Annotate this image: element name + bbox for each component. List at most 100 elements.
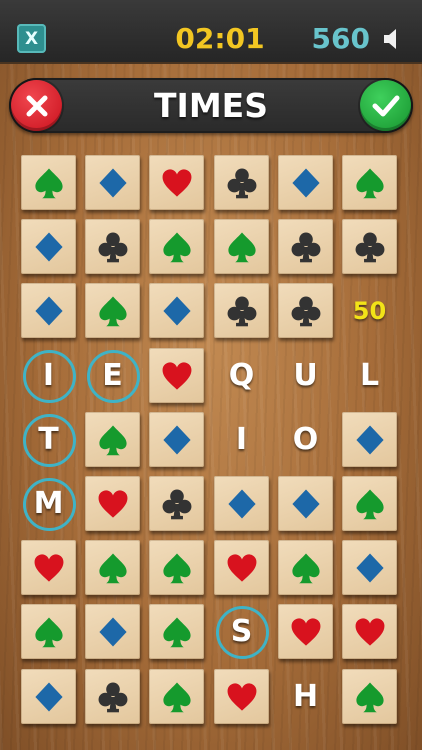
- card-tile-spade[interactable]: [149, 604, 204, 659]
- spade-icon: [160, 680, 194, 714]
- letter-tile-label: I: [235, 422, 248, 457]
- card-tile-club[interactable]: [149, 476, 204, 531]
- card-tile-spade[interactable]: [85, 412, 140, 467]
- card-tile-spade[interactable]: [149, 669, 204, 724]
- club-icon: [289, 294, 323, 328]
- letter-tile-label: O: [292, 422, 319, 457]
- card-tile-diamond[interactable]: [149, 412, 204, 467]
- club-icon: [353, 230, 387, 264]
- card-tile-heart[interactable]: [342, 604, 397, 659]
- diamond-icon: [289, 487, 323, 521]
- card-tile-spade[interactable]: [278, 540, 333, 595]
- card-tile-diamond[interactable]: [149, 283, 204, 338]
- card-tile-diamond[interactable]: [85, 604, 140, 659]
- heart-icon: [353, 615, 387, 649]
- club-icon: [225, 166, 259, 200]
- card-tile-club[interactable]: [278, 219, 333, 274]
- card-tile-heart[interactable]: [278, 604, 333, 659]
- heart-icon: [289, 615, 323, 649]
- diamond-icon: [32, 680, 66, 714]
- heart-icon: [225, 551, 259, 585]
- letter-tile-label: S: [230, 614, 253, 649]
- card-tile-diamond[interactable]: [85, 155, 140, 210]
- card-tile-diamond[interactable]: [278, 476, 333, 531]
- card-tile-heart[interactable]: [149, 348, 204, 403]
- card-tile-spade[interactable]: [85, 540, 140, 595]
- letter-tile-label: U: [293, 358, 318, 393]
- club-icon: [225, 294, 259, 328]
- letter-tile-label: H: [292, 679, 319, 714]
- spade-icon: [32, 615, 66, 649]
- spade-icon: [353, 487, 387, 521]
- card-tile-spade[interactable]: [214, 219, 269, 274]
- spade-icon: [96, 551, 130, 585]
- card-tile-spade[interactable]: [342, 155, 397, 210]
- card-tile-diamond[interactable]: [342, 412, 397, 467]
- diamond-icon: [160, 294, 194, 328]
- card-tile-heart[interactable]: [149, 155, 204, 210]
- card-tile-spade[interactable]: [21, 604, 76, 659]
- letter-tile-label: T: [38, 422, 59, 457]
- card-tile-diamond[interactable]: [21, 283, 76, 338]
- card-tile-heart[interactable]: [214, 669, 269, 724]
- letter-tile[interactable]: M: [21, 476, 76, 531]
- letter-tile[interactable]: T: [21, 412, 76, 467]
- letter-tile[interactable]: O: [278, 412, 333, 467]
- diamond-icon: [96, 166, 130, 200]
- letter-tile-label: E: [102, 358, 123, 393]
- card-tile-club[interactable]: [85, 219, 140, 274]
- card-tile-spade[interactable]: [149, 540, 204, 595]
- club-icon: [96, 680, 130, 714]
- letter-tile[interactable]: S: [214, 604, 269, 659]
- card-tile-heart[interactable]: [214, 540, 269, 595]
- game-board: 50 I E Q U L T I O M S H: [0, 0, 422, 750]
- spade-icon: [160, 230, 194, 264]
- card-tile-spade[interactable]: [342, 476, 397, 531]
- card-tile-spade[interactable]: [149, 219, 204, 274]
- card-tile-club[interactable]: [85, 669, 140, 724]
- card-tile-club[interactable]: [342, 219, 397, 274]
- letter-tile-label: M: [33, 486, 64, 521]
- card-tile-spade[interactable]: [21, 155, 76, 210]
- card-tile-heart[interactable]: [21, 540, 76, 595]
- spade-icon: [32, 166, 66, 200]
- heart-icon: [160, 359, 194, 393]
- card-tile-diamond[interactable]: [21, 669, 76, 724]
- card-tile-club[interactable]: [214, 155, 269, 210]
- spade-icon: [353, 680, 387, 714]
- spade-icon: [353, 166, 387, 200]
- heart-icon: [160, 166, 194, 200]
- letter-tile[interactable]: I: [214, 412, 269, 467]
- spade-icon: [96, 423, 130, 457]
- card-tile-spade[interactable]: [85, 283, 140, 338]
- letter-tile[interactable]: I: [21, 348, 76, 403]
- letter-tile-label: Q: [228, 358, 255, 393]
- card-tile-club[interactable]: [278, 283, 333, 338]
- diamond-icon: [96, 615, 130, 649]
- card-tile-diamond[interactable]: [21, 219, 76, 274]
- bonus-points: 50: [352, 296, 387, 325]
- diamond-icon: [225, 487, 259, 521]
- club-icon: [160, 487, 194, 521]
- card-tile-spade[interactable]: [342, 669, 397, 724]
- diamond-icon: [32, 230, 66, 264]
- card-tile-diamond[interactable]: [342, 540, 397, 595]
- letter-tile[interactable]: L: [342, 348, 397, 403]
- diamond-icon: [353, 551, 387, 585]
- diamond-icon: [353, 423, 387, 457]
- heart-icon: [225, 680, 259, 714]
- spade-icon: [96, 294, 130, 328]
- letter-tile[interactable]: U: [278, 348, 333, 403]
- letter-tile[interactable]: E: [85, 348, 140, 403]
- spade-icon: [289, 551, 323, 585]
- diamond-icon: [160, 423, 194, 457]
- card-tile-diamond[interactable]: [278, 155, 333, 210]
- card-tile-club[interactable]: [214, 283, 269, 338]
- letter-tile[interactable]: Q: [214, 348, 269, 403]
- card-tile-heart[interactable]: [85, 476, 140, 531]
- diamond-icon: [32, 294, 66, 328]
- heart-icon: [32, 551, 66, 585]
- card-tile-diamond[interactable]: [214, 476, 269, 531]
- spade-icon: [160, 615, 194, 649]
- letter-tile[interactable]: H: [278, 669, 333, 724]
